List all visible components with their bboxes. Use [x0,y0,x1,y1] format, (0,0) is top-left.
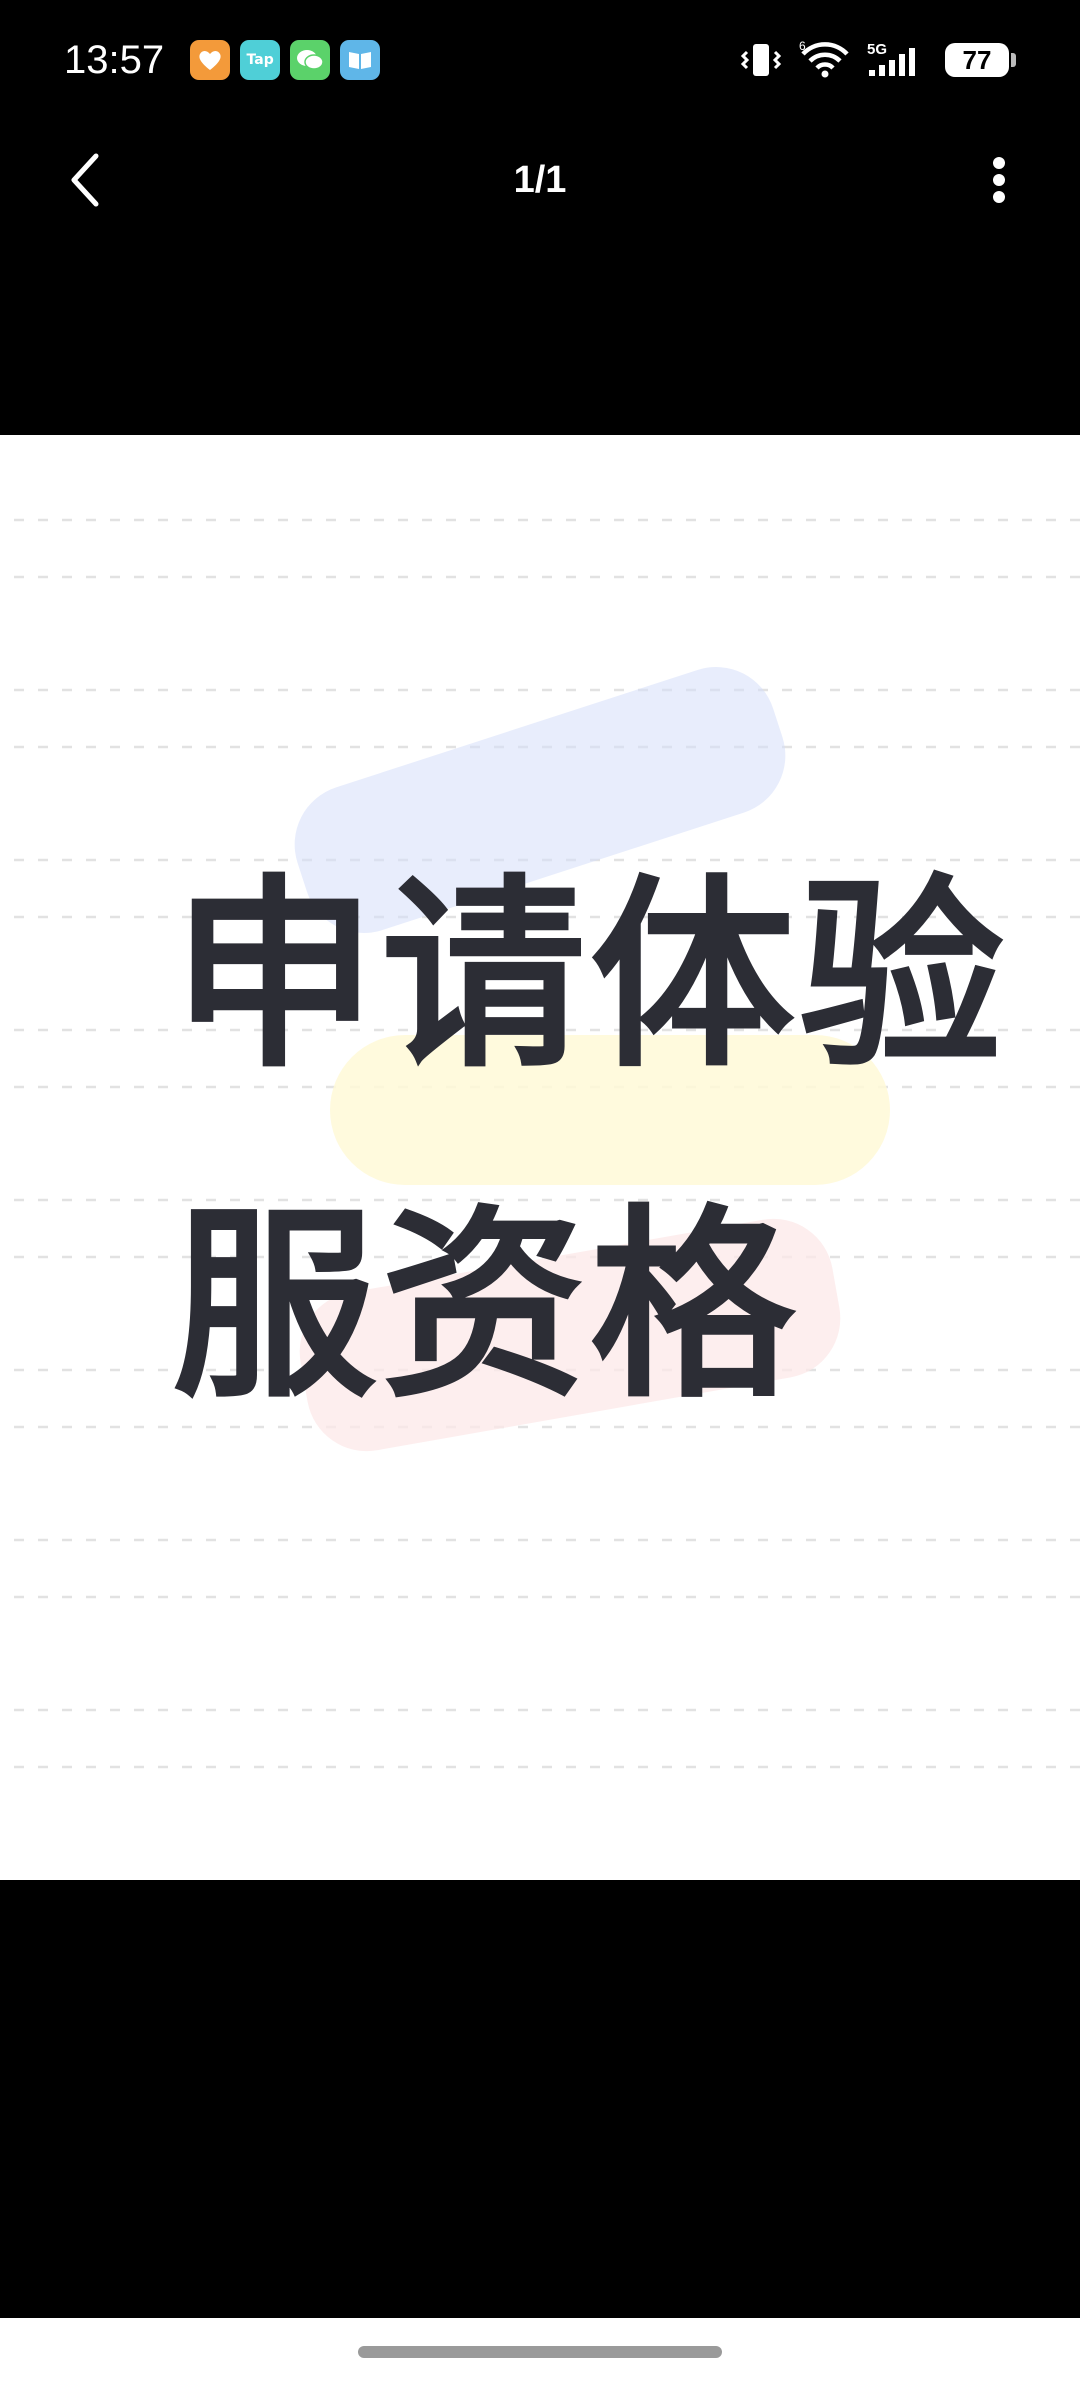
viewed-image[interactable]: 申请体验 服资格 [0,435,1080,1880]
battery-level: 77 [962,44,992,75]
wifi-icon: 6 [799,40,851,80]
image-headline-line-2: 服资格 [172,1188,799,1426]
gesture-nav-bar [0,2318,1080,2382]
viewer-toolbar: 1/1 [0,120,1080,240]
back-button[interactable] [52,146,120,214]
wifi-label: 6 [799,40,806,53]
status-bar: 13:57 Tap 6 5G 77 [0,0,1080,120]
cellular-signal-icon: 5G [865,40,929,80]
status-time: 13:57 [64,37,165,82]
battery-cap [1011,53,1016,67]
battery-icon: 77 [945,43,1009,77]
image-viewer-screen: 13:57 Tap 6 5G 77 1/1 申请体验 服资格 [0,0,1080,2382]
heart-app-icon [190,40,231,80]
vibrate-icon [737,40,785,80]
network-type-label: 5G [867,41,887,58]
tap-app-icon: Tap [240,40,281,80]
battery-indicator: 77 [945,43,1016,77]
more-options-button[interactable] [974,146,1024,214]
wechat-icon [290,40,331,80]
image-headline-line-1: 申请体验 [172,858,1008,1096]
status-bar-right: 6 5G 77 [723,40,1016,80]
book-app-icon [340,40,381,80]
page-indicator: 1/1 [513,158,567,201]
more-vertical-icon [993,157,1005,203]
home-indicator[interactable] [358,2346,722,2358]
status-bar-left: 13:57 Tap [64,37,381,83]
chevron-left-icon [71,153,99,207]
